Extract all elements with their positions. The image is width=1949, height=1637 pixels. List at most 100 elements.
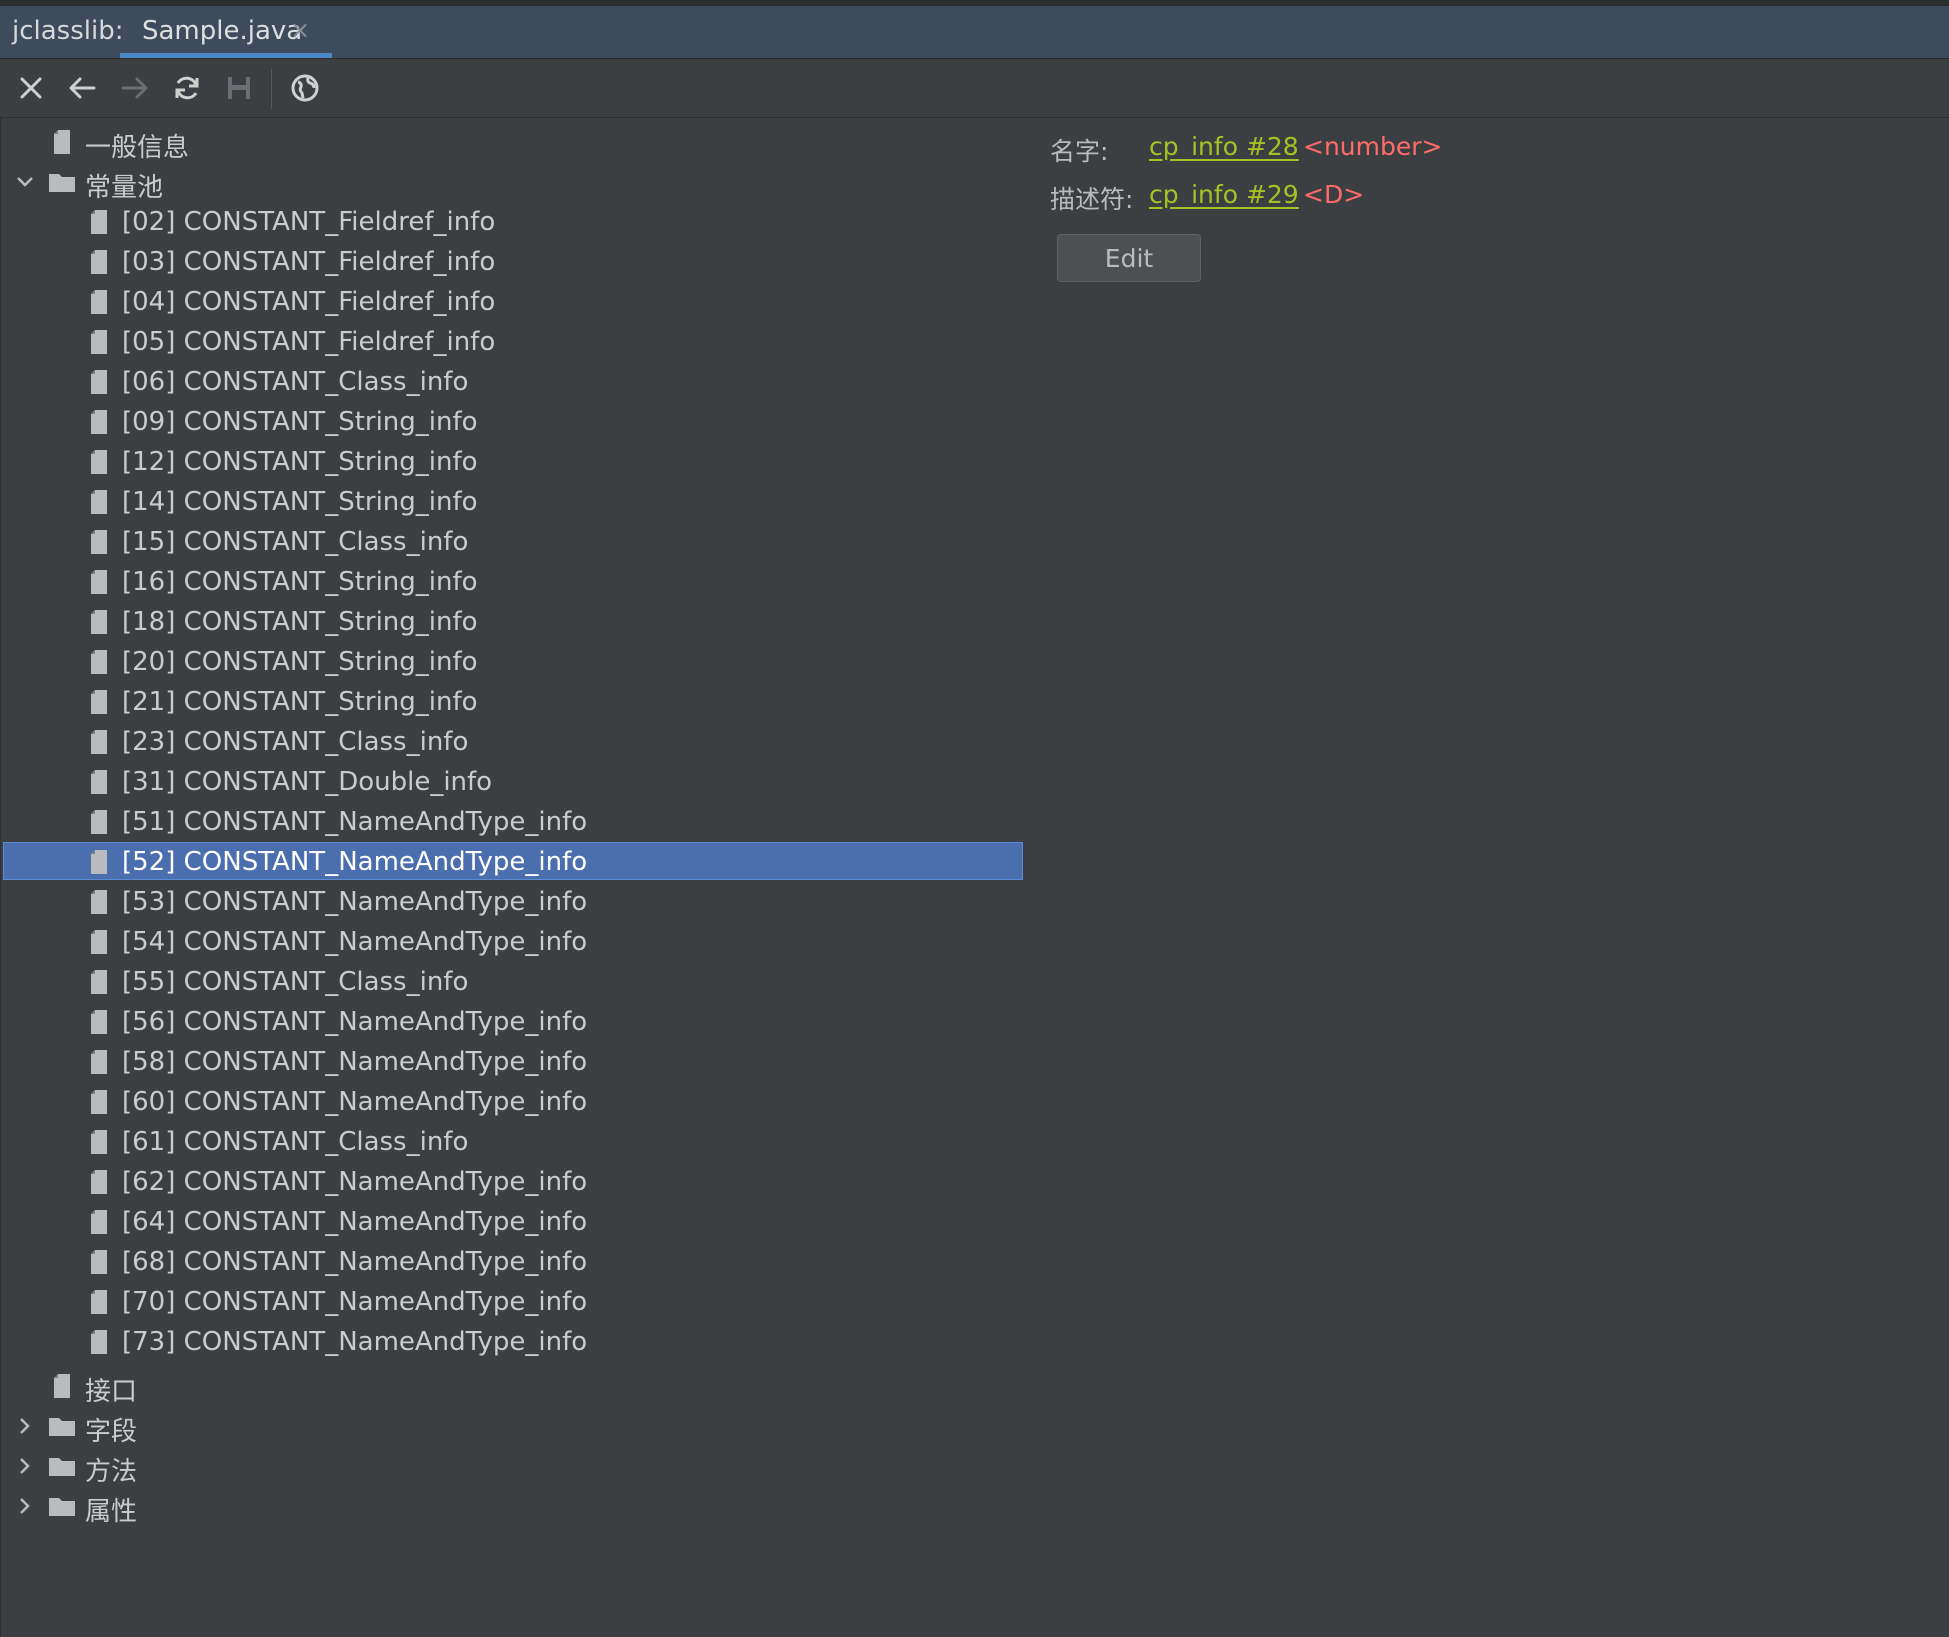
tree-item-methods[interactable]: 方法	[1, 1446, 1025, 1487]
constant-pool-entry[interactable]: [73] CONSTANT_NameAndType_info	[1, 1322, 1025, 1362]
tree-panel: 一般信息 常量池 [02] CONSTANT_Fieldref_info [03]…	[0, 118, 1031, 1637]
tree-item-label: [21] CONSTANT_String_info	[122, 687, 478, 717]
constant-pool-entry[interactable]: [09] CONSTANT_String_info	[1, 402, 1025, 442]
tree-item-label: [56] CONSTANT_NameAndType_info	[122, 1007, 588, 1037]
tree-item-label: 一般信息	[85, 133, 190, 163]
constant-pool-entry[interactable]: [18] CONSTANT_String_info	[1, 602, 1025, 642]
tab-title[interactable]: Sample.java	[142, 16, 302, 46]
constant-pool-entry[interactable]: [06] CONSTANT_Class_info	[1, 362, 1025, 402]
constant-pool-entry[interactable]: [60] CONSTANT_NameAndType_info	[1, 1082, 1025, 1122]
name-cp-link[interactable]: cp_info #28	[1149, 132, 1299, 161]
constant-pool-entry[interactable]: [61] CONSTANT_Class_info	[1, 1122, 1025, 1162]
tree-item-label: [18] CONSTANT_String_info	[122, 607, 478, 637]
close-icon[interactable]	[13, 70, 49, 106]
file-icon	[91, 890, 107, 914]
constant-pool-entry[interactable]: [15] CONSTANT_Class_info	[1, 522, 1025, 562]
file-icon	[91, 770, 107, 794]
tree-item-label: 常量池	[85, 173, 164, 203]
chevron-right-icon[interactable]	[13, 1414, 37, 1438]
file-icon	[91, 1250, 107, 1274]
constant-pool-entry[interactable]: [21] CONSTANT_String_info	[1, 682, 1025, 722]
toolbar	[0, 59, 1949, 118]
back-arrow-icon[interactable]	[64, 70, 100, 106]
constant-pool-entry[interactable]: [70] CONSTANT_NameAndType_info	[1, 1282, 1025, 1322]
constant-pool-entry[interactable]: [53] CONSTANT_NameAndType_info	[1, 882, 1025, 922]
file-icon	[91, 1210, 107, 1234]
detail-panel: 名字: cp_info #28 <number> 描述符: cp_info #2…	[1030, 118, 1949, 1637]
edit-button[interactable]: Edit	[1057, 234, 1201, 282]
file-icon	[91, 490, 107, 514]
constant-pool-entry[interactable]: [02] CONSTANT_Fieldref_info	[1, 202, 1025, 242]
constant-pool-entry[interactable]: [23] CONSTANT_Class_info	[1, 722, 1025, 762]
descriptor-value: <D>	[1303, 180, 1365, 209]
folder-icon	[49, 1458, 75, 1476]
file-icon	[91, 1170, 107, 1194]
constant-pool-entry[interactable]: [16] CONSTANT_String_info	[1, 562, 1025, 602]
file-icon	[91, 450, 107, 474]
tree-item-label: [61] CONSTANT_Class_info	[122, 1127, 469, 1157]
tree-item-label: [12] CONSTANT_String_info	[122, 447, 478, 477]
forward-arrow-icon[interactable]	[117, 70, 153, 106]
constant-pool-entry[interactable]: [58] CONSTANT_NameAndType_info	[1, 1042, 1025, 1082]
tab-close-icon[interactable]: ×	[290, 16, 310, 44]
descriptor-cp-link[interactable]: cp_info #29	[1149, 180, 1299, 209]
tree-item-constant-pool[interactable]: 常量池	[1, 162, 1025, 203]
file-icon	[91, 610, 107, 634]
file-icon	[91, 370, 107, 394]
file-icon	[91, 1290, 107, 1314]
tree-item-label: [60] CONSTANT_NameAndType_info	[122, 1087, 588, 1117]
file-icon	[91, 1010, 107, 1034]
tree-item-label: [04] CONSTANT_Fieldref_info	[122, 287, 496, 317]
file-icon	[91, 810, 107, 834]
tree-item-label: [51] CONSTANT_NameAndType_info	[122, 807, 588, 837]
file-icon	[91, 570, 107, 594]
constant-pool-entry[interactable]: [04] CONSTANT_Fieldref_info	[1, 282, 1025, 322]
constant-pool-entry[interactable]: [51] CONSTANT_NameAndType_info	[1, 802, 1025, 842]
save-icon[interactable]	[221, 70, 257, 106]
constant-pool-entry[interactable]: [54] CONSTANT_NameAndType_info	[1, 922, 1025, 962]
tab-sample-java[interactable]: Sample.java ×	[120, 6, 332, 58]
tree-item-label: [06] CONSTANT_Class_info	[122, 367, 469, 397]
tree-item-label: [62] CONSTANT_NameAndType_info	[122, 1167, 588, 1197]
tree-item-interfaces[interactable]: 接口	[1, 1366, 1025, 1407]
constant-pool-entry[interactable]: [52] CONSTANT_NameAndType_info	[1, 842, 1025, 882]
file-icon	[91, 530, 107, 554]
tree-item-label: 方法	[85, 1457, 138, 1487]
tree-item-attributes[interactable]: 属性	[1, 1486, 1025, 1527]
constant-pool-entry[interactable]: [20] CONSTANT_String_info	[1, 642, 1025, 682]
tree-item-label: [68] CONSTANT_NameAndType_info	[122, 1247, 588, 1277]
chevron-down-icon[interactable]	[13, 170, 37, 194]
tree-item-label: [05] CONSTANT_Fieldref_info	[122, 327, 496, 357]
file-icon	[91, 730, 107, 754]
constant-pool-entry[interactable]: [55] CONSTANT_Class_info	[1, 962, 1025, 1002]
file-icon	[91, 850, 107, 874]
tree-item-fields[interactable]: 字段	[1, 1406, 1025, 1447]
editor-tab-bar: jclasslib: Sample.java ×	[0, 6, 1949, 59]
tree-item-label: [20] CONSTANT_String_info	[122, 647, 478, 677]
constant-pool-entry[interactable]: [12] CONSTANT_String_info	[1, 442, 1025, 482]
file-icon	[91, 330, 107, 354]
constant-pool-entry[interactable]: [05] CONSTANT_Fieldref_info	[1, 322, 1025, 362]
refresh-icon[interactable]	[169, 70, 205, 106]
tree-item-label: [14] CONSTANT_String_info	[122, 487, 478, 517]
tree-item-label: [55] CONSTANT_Class_info	[122, 967, 469, 997]
constant-pool-entry[interactable]: [03] CONSTANT_Fieldref_info	[1, 242, 1025, 282]
tree-item-label: [70] CONSTANT_NameAndType_info	[122, 1287, 588, 1317]
active-tab-indicator	[120, 53, 332, 58]
tree-item-general-info[interactable]: 一般信息	[1, 122, 1025, 163]
name-label: 名字:	[1050, 137, 1109, 166]
constant-pool-entry[interactable]: [56] CONSTANT_NameAndType_info	[1, 1002, 1025, 1042]
file-icon	[91, 930, 107, 954]
constant-pool-entry[interactable]: [62] CONSTANT_NameAndType_info	[1, 1162, 1025, 1202]
web-icon[interactable]	[287, 70, 323, 106]
tree-item-label: [02] CONSTANT_Fieldref_info	[122, 207, 496, 237]
file-icon	[91, 650, 107, 674]
constant-pool-entry[interactable]: [68] CONSTANT_NameAndType_info	[1, 1242, 1025, 1282]
constant-pool-entry[interactable]: [64] CONSTANT_NameAndType_info	[1, 1202, 1025, 1242]
constant-pool-entry[interactable]: [14] CONSTANT_String_info	[1, 482, 1025, 522]
file-icon	[91, 1330, 107, 1354]
tree-item-label: [73] CONSTANT_NameAndType_info	[122, 1327, 588, 1357]
chevron-right-icon[interactable]	[13, 1494, 37, 1518]
constant-pool-entry[interactable]: [31] CONSTANT_Double_info	[1, 762, 1025, 802]
chevron-right-icon[interactable]	[13, 1454, 37, 1478]
